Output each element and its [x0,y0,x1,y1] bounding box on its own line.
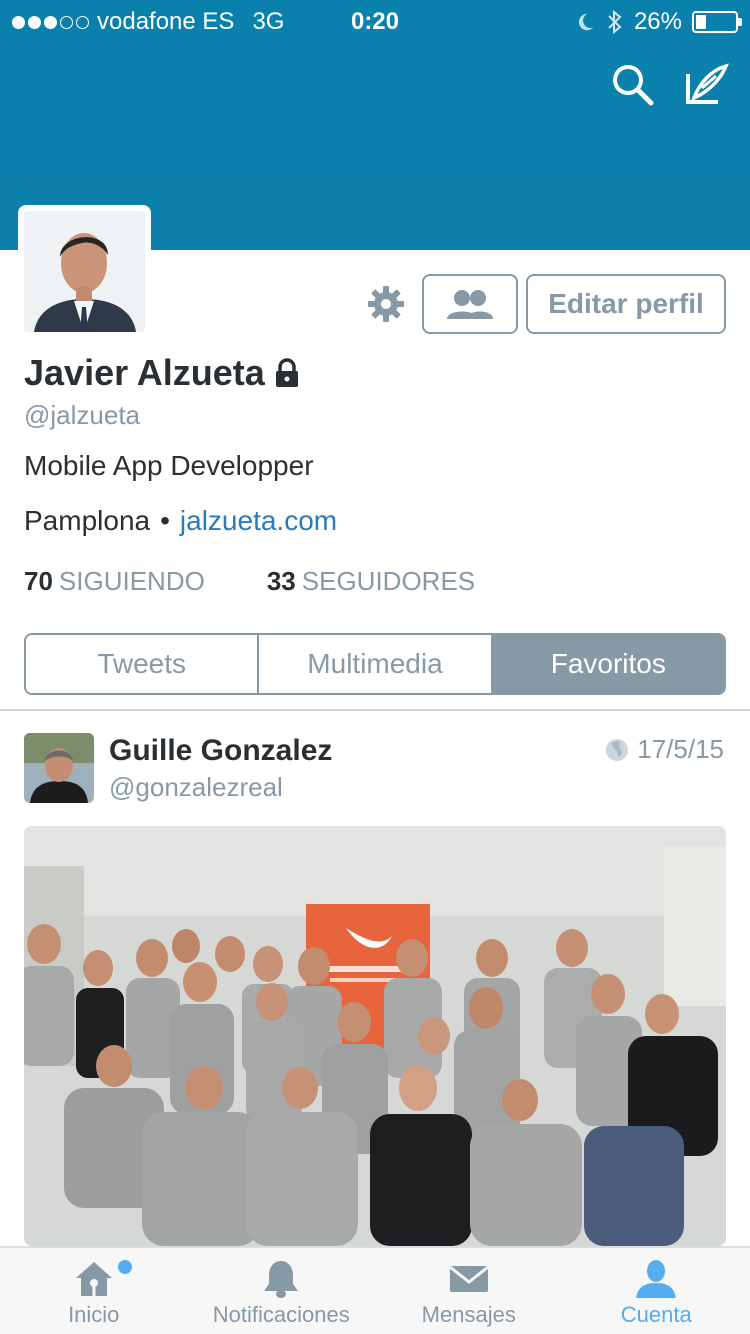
tab-favoritos[interactable]: Favoritos [492,635,724,693]
lock-icon [275,358,298,387]
tweet-author-handle: @gonzalezreal [109,772,283,802]
notification-dot [118,1260,132,1274]
divider [0,709,750,711]
bell-icon [264,1261,299,1298]
people-icon [447,290,493,319]
search-icon[interactable] [608,60,656,108]
envelope-icon [448,1265,489,1292]
profile-website-link[interactable]: jalzueta.com [180,505,337,537]
bottom-tab-bar: Inicio Notificaciones Mensajes Cuenta [0,1246,750,1334]
edit-profile-button[interactable]: Editar perfil [526,274,726,334]
tabbar-item-notificaciones[interactable]: Notificaciones [188,1248,376,1334]
tabbar-label: Notificaciones [212,1302,350,1327]
profile-tabs: Tweets Multimedia Favoritos [24,633,726,695]
battery-icon [692,11,742,33]
profile-name: Javier Alzueta [24,352,265,393]
avatar [24,211,145,332]
bluetooth-icon [608,9,622,35]
profile-handle: @jalzueta [24,400,141,430]
tweet-author-name[interactable]: Guille Gonzalez [109,734,332,768]
separator: • [160,505,170,536]
tabbar-item-inicio[interactable]: Inicio [0,1248,188,1334]
tabbar-item-mensajes[interactable]: Mensajes [375,1248,563,1334]
lists-button[interactable] [422,274,518,334]
battery-percent: 26% [633,8,682,35]
profile-avatar[interactable] [18,205,151,338]
following-label: SIGUIENDO [58,566,205,596]
person-icon [636,1260,677,1298]
followers-count: 33 [266,566,296,596]
tab-multimedia[interactable]: Multimedia [259,635,493,693]
following-stat[interactable]: 70 SIGUIENDO [24,566,205,597]
globe-icon [606,738,629,761]
tabbar-label: Mensajes [421,1302,516,1327]
moon-icon [578,13,594,31]
tabbar-label: Inicio [68,1302,120,1327]
profile-bio: Mobile App Developper [24,450,314,481]
home-icon [75,1262,112,1296]
status-bar: vodafone ES 3G 0:20 26% [0,0,750,42]
tweet-author-avatar[interactable] [24,733,94,803]
tabbar-label: Cuenta [620,1302,692,1327]
tab-tweets[interactable]: Tweets [26,635,260,693]
followers-stat[interactable]: 33 SEGUIDORES [267,566,475,597]
following-count: 70 [24,566,53,596]
gear-icon[interactable] [366,284,406,324]
followers-label: SEGUIDORES [301,566,476,596]
tweet-date: 17/5/15 [637,734,724,764]
tweet-photo[interactable] [24,826,726,1246]
profile-location: Pamplona [24,505,151,536]
tabbar-item-cuenta[interactable]: Cuenta [563,1248,750,1334]
compose-icon[interactable] [682,60,730,108]
